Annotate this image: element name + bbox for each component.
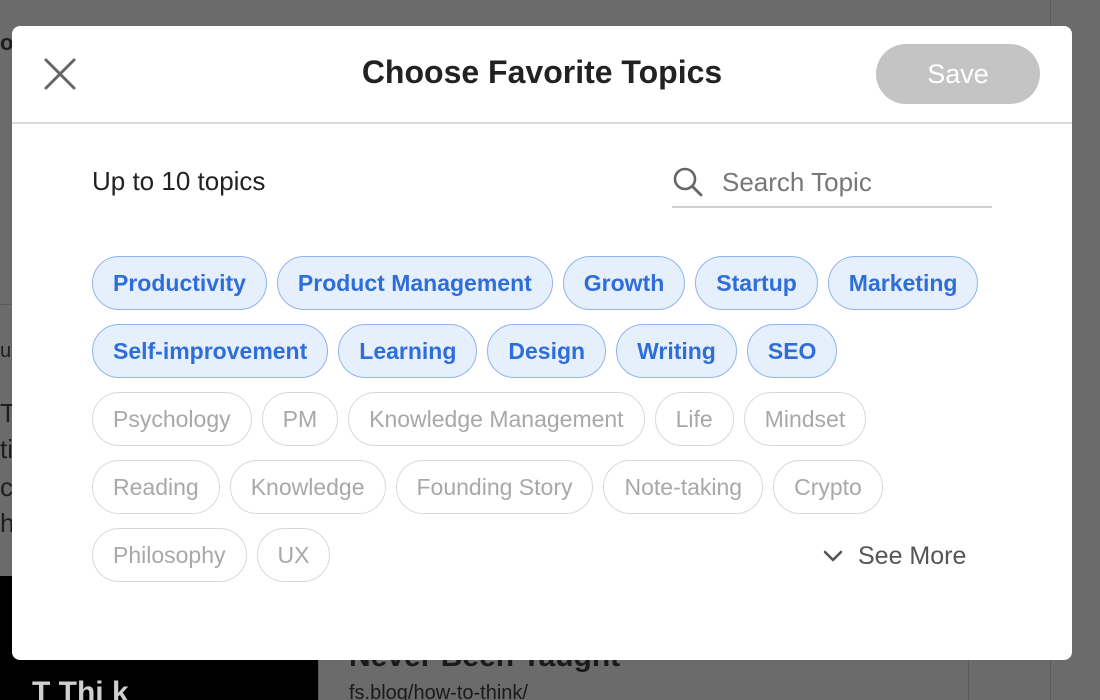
topic-chip-learning[interactable]: Learning <box>338 324 478 378</box>
topic-chip-seo[interactable]: SEO <box>746 324 838 378</box>
search-box[interactable] <box>672 158 992 208</box>
topic-row: Psychology PM Knowledge Management Life Mind… <box>92 392 992 446</box>
background-article-url: fs.blog/how-to-think/ <box>349 682 528 700</box>
topic-chip-pm[interactable]: PM <box>261 392 339 446</box>
see-more-button[interactable]: See More <box>820 538 966 574</box>
topic-chip-life[interactable]: Life <box>654 392 734 446</box>
topic-limit-text: Up to 10 topics <box>92 166 266 196</box>
topic-chip-ux[interactable]: UX <box>256 528 331 582</box>
topic-chip-productivity[interactable]: Productivity <box>92 256 267 310</box>
background-divider <box>0 304 12 305</box>
topic-chip-growth[interactable]: Growth <box>562 256 686 310</box>
topic-chip-founding-story[interactable]: Founding Story <box>395 460 594 514</box>
choose-topics-modal: Choose Favorite Topics Save Up to 10 top… <box>12 26 1072 660</box>
background-text-fragment: u <box>0 340 12 362</box>
topic-chip-product-management[interactable]: Product Management <box>276 256 553 310</box>
background-divider <box>968 660 969 700</box>
topic-chip-mindset[interactable]: Mindset <box>743 392 867 446</box>
topic-chip-psychology[interactable]: Psychology <box>92 392 252 446</box>
topic-chip-design[interactable]: Design <box>487 324 607 378</box>
topic-chip-writing[interactable]: Writing <box>616 324 737 378</box>
topic-row: Reading Knowledge Founding Story Note-takin… <box>92 460 992 514</box>
search-icon <box>672 166 704 198</box>
background-divider <box>318 660 319 700</box>
background-image-caption: T Thi k <box>32 676 129 700</box>
save-button[interactable]: Save <box>876 44 1040 104</box>
topic-chip-startup[interactable]: Startup <box>695 256 818 310</box>
see-more-label: See More <box>858 541 967 570</box>
topic-chip-crypto[interactable]: Crypto <box>773 460 883 514</box>
topic-chip-self-improvement[interactable]: Self-improvement <box>92 324 329 378</box>
chevron-down-icon <box>823 550 843 562</box>
topic-chip-knowledge-management[interactable]: Knowledge Management <box>348 392 645 446</box>
topic-row: Self-improvement Learning Design Writing SEO <box>92 324 992 378</box>
topic-chip-reading[interactable]: Reading <box>92 460 220 514</box>
topic-chip-philosophy[interactable]: Philosophy <box>92 528 247 582</box>
search-topic-input[interactable] <box>722 162 990 202</box>
topic-row: Productivity Product Management Growth Star… <box>92 256 992 310</box>
topic-chip-knowledge[interactable]: Knowledge <box>229 460 386 514</box>
topic-chip-note-taking[interactable]: Note-taking <box>603 460 764 514</box>
modal-header: Choose Favorite Topics Save <box>12 26 1072 124</box>
topic-chip-marketing[interactable]: Marketing <box>827 256 979 310</box>
